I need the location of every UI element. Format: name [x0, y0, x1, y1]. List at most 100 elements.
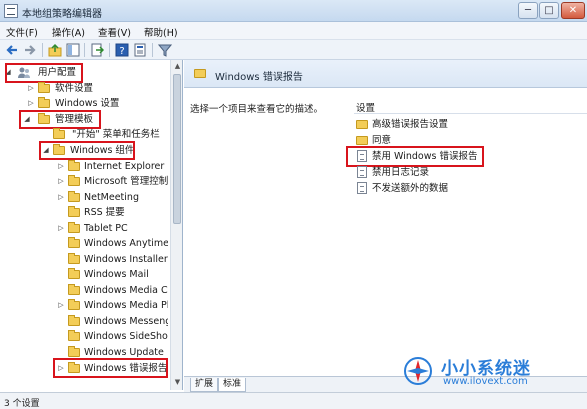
back-icon[interactable]: [5, 43, 19, 57]
tree-pane: ◢ 用户配置 ▷ 软件设置 ▷ Windows 设置 ◢ 管理模板 "开始" 菜…: [0, 60, 183, 390]
expand-arrow-icon[interactable]: ▷: [57, 221, 65, 236]
folder-icon: [68, 346, 80, 357]
setting-folder-advanced[interactable]: 高级错误报告设置: [356, 117, 556, 132]
tree-item-label: Windows Messenger: [84, 316, 168, 327]
export-list-icon[interactable]: [90, 43, 104, 57]
window-title: 本地组策略编辑器: [22, 9, 102, 20]
status-text: 3 个设置: [4, 399, 40, 409]
tree-item-mmc[interactable]: ▷ Microsoft 管理控制台: [0, 174, 168, 189]
details-header: Windows 错误报告: [184, 60, 587, 88]
title-bar: 本地组策略编辑器 ─ □ ✕: [0, 0, 587, 22]
expand-arrow-icon[interactable]: ▷: [27, 96, 35, 111]
toolbar: ?: [0, 40, 587, 60]
close-button[interactable]: ✕: [561, 2, 585, 19]
folder-icon: [68, 284, 80, 295]
tree-item-label: Windows Installer: [84, 254, 168, 265]
tree-item-label: Windows SideShow: [84, 331, 168, 342]
filter-icon[interactable]: [158, 43, 172, 57]
expand-arrow-icon[interactable]: ▷: [27, 81, 35, 96]
tree-item-internet-explorer[interactable]: ▷ Internet Explorer: [0, 159, 168, 174]
help-icon[interactable]: ?: [115, 43, 129, 57]
tree-item-anytime-upgrade[interactable]: Windows Anytime Upgrade: [0, 236, 168, 251]
highlight-box: [346, 146, 484, 167]
tree-item-label: "开始" 菜单和任务栏: [72, 129, 160, 140]
folder-icon: [68, 206, 80, 217]
tree-item-netmeeting[interactable]: ▷ NetMeeting: [0, 190, 168, 205]
policy-setting-icon: [357, 182, 367, 194]
tree-item-label: Windows Mail: [84, 269, 149, 280]
up-folder-icon[interactable]: [48, 43, 62, 57]
forward-icon[interactable]: [23, 43, 37, 57]
menu-help[interactable]: 帮助(H): [144, 25, 178, 39]
tree-item-label: Windows Media Player: [84, 300, 168, 311]
policy-setting-icon: [357, 166, 367, 178]
column-header-settings[interactable]: 设置: [356, 100, 375, 114]
highlight-box: [39, 141, 135, 160]
status-bar: 3 个设置: [0, 392, 587, 409]
scroll-down-icon[interactable]: ▼: [173, 378, 182, 388]
details-title: Windows 错误报告: [215, 72, 303, 83]
folder-icon: [68, 299, 80, 310]
toolbar-separator: [152, 43, 153, 57]
details-pane: Windows 错误报告 选择一个项目来查看它的描述。 设置 高级错误报告设置 …: [184, 60, 587, 390]
folder-icon: [68, 268, 80, 279]
policy-editor-icon: [4, 4, 18, 18]
menu-bar: 文件(F) 操作(A) 查看(V) 帮助(H): [0, 22, 587, 40]
tree-item-label: NetMeeting: [84, 192, 139, 203]
tree-item-label: Windows Anytime Upgrade: [84, 238, 168, 249]
folder-icon: [356, 136, 368, 145]
tree-item-media-center[interactable]: Windows Media Center: [0, 283, 168, 298]
folder-icon: [53, 128, 65, 139]
minimize-button[interactable]: ─: [518, 2, 538, 19]
tree-item-label: Windows 设置: [55, 98, 120, 109]
folder-icon: [68, 330, 80, 341]
tree-item-start-menu-taskbar[interactable]: "开始" 菜单和任务栏: [0, 127, 168, 142]
tree-item-media-player[interactable]: ▷ Windows Media Player: [0, 298, 168, 313]
tree-item-label: Internet Explorer: [84, 161, 165, 172]
tree-item-messenger[interactable]: Windows Messenger: [0, 314, 168, 329]
expand-arrow-icon[interactable]: ▷: [57, 298, 65, 313]
description-text: 选择一个项目来查看它的描述。: [190, 104, 324, 115]
tab-extended[interactable]: 扩展: [190, 378, 219, 392]
tree-item-windows-installer[interactable]: Windows Installer: [0, 252, 168, 267]
watermark-url: www.ilovext.com: [443, 376, 528, 387]
highlight-box: [5, 63, 83, 83]
tree-item-tablet-pc[interactable]: ▷ Tablet PC: [0, 221, 168, 236]
tree-item-windows-mail[interactable]: Windows Mail: [0, 267, 168, 282]
folder-icon: [68, 237, 80, 248]
tree-item-label: 软件设置: [55, 83, 94, 94]
folder-icon: [68, 191, 80, 202]
menu-view[interactable]: 查看(V): [98, 25, 131, 39]
expand-arrow-icon[interactable]: ▷: [57, 190, 65, 205]
properties-icon[interactable]: [133, 43, 147, 57]
expand-arrow-icon[interactable]: ▷: [57, 174, 65, 189]
folder-icon: [68, 222, 80, 233]
menu-action[interactable]: 操作(A): [52, 25, 85, 39]
tree-item-windows-settings[interactable]: ▷ Windows 设置: [0, 96, 168, 111]
maximize-button[interactable]: □: [539, 2, 559, 19]
scroll-up-icon[interactable]: ▲: [173, 62, 182, 72]
setting-label: 高级错误报告设置: [372, 119, 449, 130]
tree-item-label: Windows Media Center: [84, 285, 168, 296]
tree-item-label: Microsoft 管理控制台: [84, 176, 168, 187]
menu-file[interactable]: 文件(F): [6, 25, 38, 39]
expand-arrow-icon[interactable]: ▷: [57, 159, 65, 174]
folder-icon: [356, 120, 368, 129]
watermark-logo-icon: [404, 357, 432, 385]
tree-item-sideshow[interactable]: Windows SideShow: [0, 329, 168, 344]
tree-item-software-settings[interactable]: ▷ 软件设置: [0, 81, 168, 96]
setting-label: 不发送额外的数据: [372, 183, 449, 194]
tab-standard[interactable]: 标准: [218, 378, 247, 392]
setting-no-additional-data[interactable]: 不发送额外的数据: [356, 181, 556, 196]
folder-icon: [68, 253, 80, 264]
folder-icon: [38, 82, 50, 93]
tree-item-rss-feeds[interactable]: RSS 提要: [0, 205, 168, 220]
scrollbar-thumb[interactable]: [173, 74, 181, 224]
highlight-box: [53, 358, 168, 378]
tree-scrollbar[interactable]: ▲ ▼: [170, 60, 182, 390]
show-hide-tree-icon[interactable]: [66, 43, 80, 57]
watermark: 小小系统迷 www.ilovext.com: [395, 352, 587, 392]
toolbar-separator: [109, 43, 110, 57]
setting-disable-logging[interactable]: 禁用日志记录: [356, 165, 556, 180]
folder-icon: [38, 97, 50, 108]
